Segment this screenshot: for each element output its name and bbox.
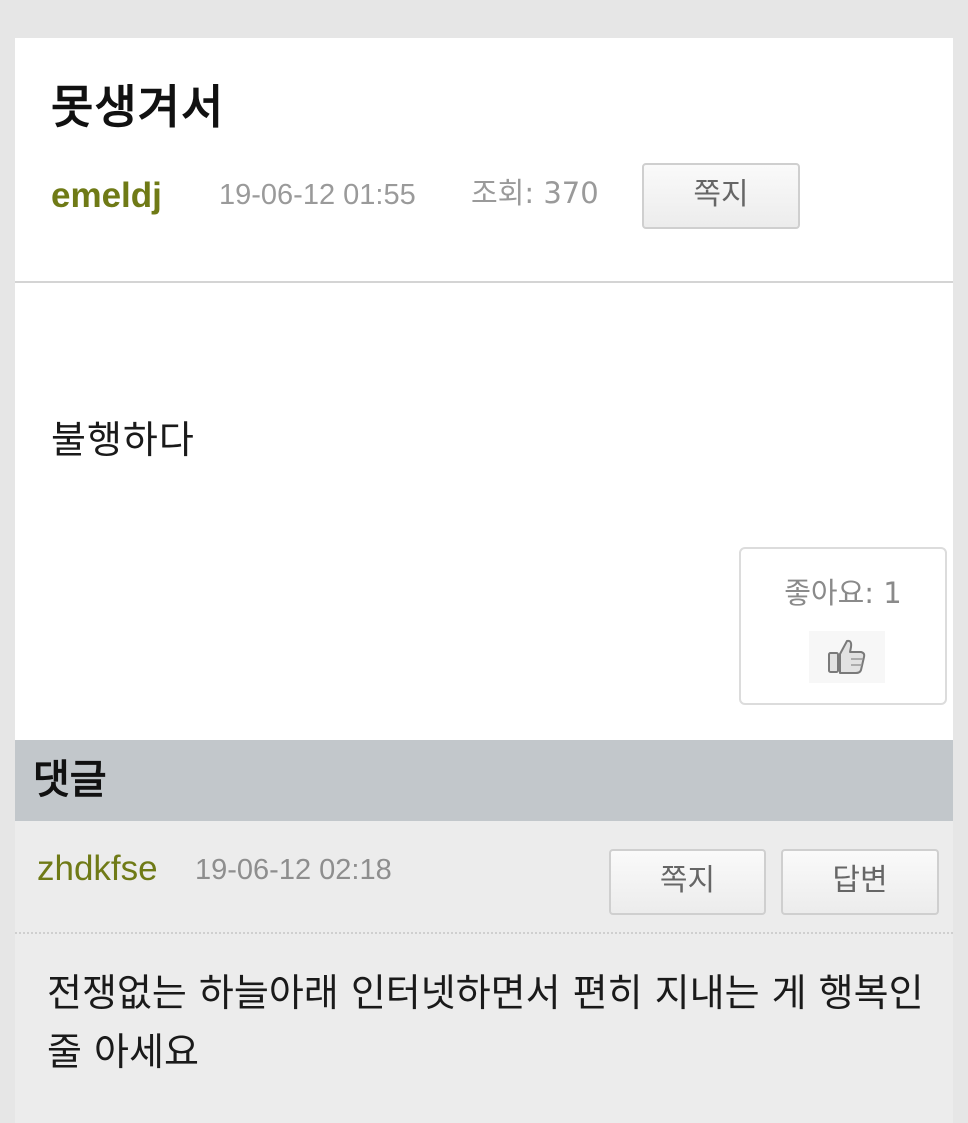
comment-text: 전쟁없는 하늘아래 인터넷하면서 편히 지내는 게 행복인줄 아세요 [47, 971, 924, 1074]
view-count: 조회: 370 [471, 176, 599, 210]
comment-divider [15, 932, 953, 934]
comment-item: zhdkfse 19-06-12 02:18 쪽지 답변 전쟁없는 하늘아래 인… [15, 821, 953, 1123]
post-meta: emeldj 19-06-12 01:55 조회: 370 쪽지 [51, 163, 851, 230]
send-message-button[interactable]: 쪽지 [642, 163, 800, 229]
post-date: 19-06-12 01:55 [219, 179, 416, 211]
post-body: 불행하다 좋아요: 1 [15, 283, 953, 740]
like-count: 좋아요: 1 [784, 576, 902, 610]
post-author[interactable]: emeldj [51, 178, 162, 213]
post-title: 못생겨서 [51, 80, 225, 134]
comment-author[interactable]: zhdkfse [37, 851, 158, 886]
reply-button[interactable]: 답변 [781, 849, 939, 915]
comment-send-message-button[interactable]: 쪽지 [609, 849, 766, 915]
like-button[interactable]: 좋아요: 1 [739, 547, 947, 705]
post-header: 못생겨서 emeldj 19-06-12 01:55 조회: 370 쪽지 [15, 38, 953, 283]
post-content: 불행하다 [51, 418, 195, 462]
comments-header: 댓글 [15, 740, 953, 821]
thumbs-up-icon [809, 631, 885, 683]
post-frame: 못생겨서 emeldj 19-06-12 01:55 조회: 370 쪽지 불행… [15, 38, 953, 1123]
comments-heading: 댓글 [33, 757, 107, 803]
comment-date: 19-06-12 02:18 [195, 854, 392, 886]
